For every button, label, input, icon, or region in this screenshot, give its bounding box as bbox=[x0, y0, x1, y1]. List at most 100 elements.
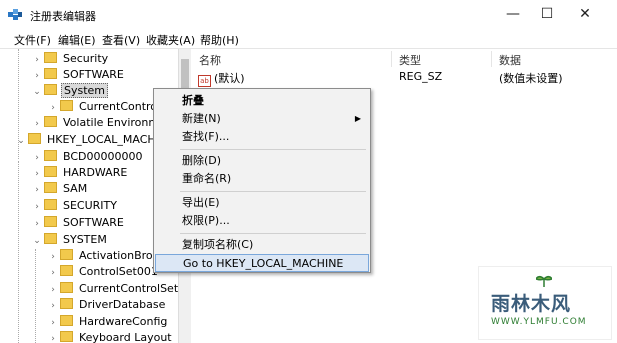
menu-item-permissions[interactable]: 权限(P)... bbox=[155, 212, 369, 230]
tree-node-security-hklm[interactable]: › SECURITY bbox=[32, 198, 119, 214]
leaf-icon bbox=[536, 275, 552, 287]
expand-icon[interactable]: › bbox=[48, 298, 58, 314]
expand-icon[interactable]: › bbox=[48, 331, 58, 343]
minimize-button[interactable]: — bbox=[498, 4, 528, 24]
tree-node-software[interactable]: › SOFTWARE bbox=[32, 67, 126, 83]
tree-node-sam[interactable]: › SAM bbox=[32, 181, 89, 197]
minimize-icon: — bbox=[506, 6, 520, 22]
menu-item-label: 折叠 bbox=[182, 94, 204, 107]
tree-node-keyboard-layout[interactable]: › Keyboard Layout bbox=[48, 330, 174, 343]
expand-icon[interactable]: › bbox=[32, 166, 42, 182]
tree-node-label: CurrentControlSet bbox=[79, 282, 178, 295]
tree-node-hklm[interactable]: ⌄ HKEY_LOCAL_MACHIN bbox=[16, 132, 169, 148]
menu-item-label: 新建(N) bbox=[182, 112, 221, 125]
tree-node-label: Security bbox=[63, 52, 109, 65]
menu-separator bbox=[180, 149, 366, 150]
value-data: (数值未设置) bbox=[499, 72, 563, 85]
folder-icon bbox=[28, 133, 41, 144]
folder-icon bbox=[44, 216, 57, 227]
folder-icon bbox=[60, 331, 73, 342]
expand-icon[interactable]: › bbox=[48, 100, 58, 116]
menu-favorites[interactable]: 收藏夹(A) bbox=[146, 32, 195, 48]
expand-icon[interactable]: › bbox=[48, 265, 58, 281]
column-divider[interactable] bbox=[491, 51, 492, 67]
column-header-data[interactable]: 数据 bbox=[499, 52, 521, 68]
context-menu: 折叠 新建(N) ▶ 查找(F)... 删除(D) 重命名(R) 导出(E) 权限… bbox=[153, 88, 371, 273]
tree-node-activationbroker[interactable]: › ActivationBroke bbox=[48, 248, 167, 264]
expand-icon[interactable]: › bbox=[48, 249, 58, 265]
tree-node-label: SAM bbox=[63, 182, 88, 195]
menu-bar: 文件(F) 编辑(E) 查看(V) 收藏夹(A) 帮助(H) bbox=[0, 30, 617, 49]
menu-item-find[interactable]: 查找(F)... bbox=[155, 128, 369, 146]
tree-node-label: HardwareConfig bbox=[79, 315, 168, 328]
expand-icon[interactable]: › bbox=[32, 216, 42, 232]
menu-item-label: 删除(D) bbox=[182, 154, 222, 167]
expand-icon[interactable]: › bbox=[32, 68, 42, 84]
tree-node-system-hklm[interactable]: ⌄ SYSTEM bbox=[32, 232, 109, 248]
folder-icon bbox=[60, 282, 73, 293]
folder-icon bbox=[60, 249, 73, 260]
expand-icon[interactable]: › bbox=[32, 52, 42, 68]
menu-item-label: Go to HKEY_LOCAL_MACHINE bbox=[183, 257, 344, 270]
close-button[interactable]: ✕ bbox=[570, 4, 600, 24]
menu-separator bbox=[180, 191, 366, 192]
tree-node-system[interactable]: ⌄ System bbox=[32, 83, 109, 100]
tree-node-bcd[interactable]: › BCD00000000 bbox=[32, 149, 145, 165]
folder-icon bbox=[44, 199, 57, 210]
collapse-icon[interactable]: ⌄ bbox=[32, 233, 42, 249]
expand-icon[interactable]: › bbox=[32, 182, 42, 198]
column-divider[interactable] bbox=[391, 51, 392, 67]
regedit-app-icon bbox=[8, 9, 22, 20]
folder-icon bbox=[44, 84, 57, 95]
tree-node-label: SOFTWARE bbox=[63, 68, 124, 81]
menu-help[interactable]: 帮助(H) bbox=[200, 32, 239, 48]
expand-icon[interactable]: › bbox=[48, 315, 58, 331]
tree-node-driverdatabase[interactable]: › DriverDatabase bbox=[48, 297, 167, 313]
value-type: REG_SZ bbox=[399, 70, 443, 83]
menu-separator bbox=[180, 233, 366, 234]
expand-icon[interactable]: › bbox=[32, 150, 42, 166]
menu-file[interactable]: 文件(F) bbox=[14, 32, 51, 48]
tree-node-volatile-environment[interactable]: › Volatile Environme bbox=[32, 115, 168, 131]
tree-node-label: BCD00000000 bbox=[63, 150, 143, 163]
tree-node-label: HKEY_LOCAL_MACHIN bbox=[47, 133, 168, 146]
menu-item-copy-key-name[interactable]: 复制项名称(C) bbox=[155, 236, 369, 254]
folder-icon bbox=[44, 182, 57, 193]
expand-icon[interactable]: › bbox=[32, 116, 42, 132]
folder-icon bbox=[44, 116, 57, 127]
expand-icon[interactable]: › bbox=[48, 282, 58, 298]
tree-node-label: SOFTWARE bbox=[63, 216, 124, 229]
tree-node-label: SECURITY bbox=[63, 199, 117, 212]
tree-guide-line bbox=[35, 249, 36, 343]
menu-item-new[interactable]: 新建(N) ▶ bbox=[155, 110, 369, 128]
tree-node-security[interactable]: › Security bbox=[32, 51, 110, 67]
tree-node-software-hklm[interactable]: › SOFTWARE bbox=[32, 215, 126, 231]
menu-item-label: 查找(F)... bbox=[182, 130, 230, 143]
menu-item-rename[interactable]: 重命名(R) bbox=[155, 170, 369, 188]
site-watermark-logo: 雨林木风 WWW.YLMFU.COM bbox=[478, 266, 612, 340]
menu-item-export[interactable]: 导出(E) bbox=[155, 194, 369, 212]
column-header-type[interactable]: 类型 bbox=[399, 52, 421, 68]
submenu-arrow-icon: ▶ bbox=[354, 114, 361, 123]
menu-edit[interactable]: 编辑(E) bbox=[58, 32, 96, 48]
menu-item-delete[interactable]: 删除(D) bbox=[155, 152, 369, 170]
column-header-name[interactable]: 名称 bbox=[199, 52, 221, 68]
tree-node-label: DriverDatabase bbox=[79, 298, 166, 311]
watermark-title: 雨林木风 bbox=[491, 293, 572, 315]
string-value-icon: ab bbox=[198, 75, 211, 87]
tree-node-controlset001[interactable]: › ControlSet001 bbox=[48, 264, 160, 280]
menu-view[interactable]: 查看(V) bbox=[102, 32, 140, 48]
maximize-button[interactable]: ☐ bbox=[532, 4, 562, 24]
folder-icon bbox=[44, 52, 57, 63]
tree-node-currentcontrolset[interactable]: › CurrentControlSet bbox=[48, 281, 178, 297]
collapse-icon[interactable]: ⌄ bbox=[16, 133, 26, 149]
tree-node-currentcontrols[interactable]: › CurrentControlS bbox=[48, 99, 169, 115]
menu-item-collapse[interactable]: 折叠 bbox=[155, 92, 369, 110]
tree-node-hardwareconfig[interactable]: › HardwareConfig bbox=[48, 314, 169, 330]
menu-item-goto-hklm[interactable]: Go to HKEY_LOCAL_MACHINE bbox=[155, 254, 369, 272]
menu-item-label: 导出(E) bbox=[182, 196, 220, 209]
expand-icon[interactable]: › bbox=[32, 199, 42, 215]
title-bar: 注册表编辑器 — ☐ ✕ bbox=[0, 0, 617, 30]
tree-node-hardware[interactable]: › HARDWARE bbox=[32, 165, 129, 181]
collapse-icon[interactable]: ⌄ bbox=[32, 84, 42, 100]
